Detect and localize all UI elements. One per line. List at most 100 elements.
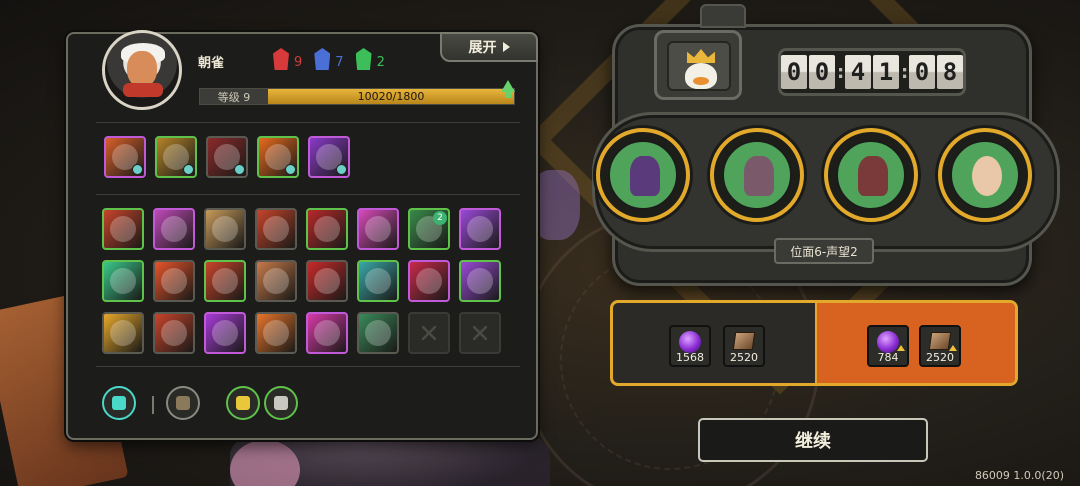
red-mask-icon — [273, 48, 289, 70]
empty-slot-icon — [408, 312, 450, 354]
wind-icon[interactable] — [102, 260, 144, 302]
empty-slot-icon — [459, 312, 501, 354]
vine-icon[interactable] — [357, 312, 399, 354]
separator — [152, 396, 154, 414]
player-name: 朝雀 — [198, 56, 225, 71]
avatar-scarf — [123, 83, 163, 97]
ghost-icon[interactable] — [459, 208, 501, 250]
feather-icon-glyph — [176, 396, 190, 410]
timer-colon: : — [901, 61, 909, 83]
token-counter: 7 — [314, 48, 344, 70]
soul-orb-icon: 1568 — [669, 325, 711, 367]
level-up-arrow-icon[interactable] — [501, 80, 515, 98]
sword-cross-icon[interactable] — [204, 260, 246, 302]
skull-icon[interactable] — [255, 260, 297, 302]
relic-badge-icon — [183, 164, 194, 175]
duck-bill — [693, 77, 709, 85]
feather-icon[interactable] — [166, 386, 200, 420]
skill-level-badge: 2 — [433, 211, 447, 225]
divider — [96, 122, 520, 123]
portrait-background — [836, 140, 906, 210]
version-text: 86009 1.0.0(20) — [974, 469, 1064, 482]
green-mask-icon — [355, 48, 372, 70]
timer-seconds-ones: 8 — [937, 55, 963, 89]
token-counter: 9 — [273, 48, 302, 70]
level-label: 等级 9 — [200, 89, 268, 104]
party-slot-2[interactable] — [710, 128, 804, 222]
king-duck-emblem[interactable] — [654, 30, 742, 100]
spores-icon[interactable] — [226, 386, 260, 420]
upgrade-chevron-icon — [897, 343, 905, 351]
fox-icon[interactable] — [153, 312, 195, 354]
soul-orb-icon-glyph — [679, 331, 701, 353]
play-arrow-icon — [502, 42, 510, 52]
soul-orb-icon-glyph — [877, 331, 899, 353]
timer-hours-ones: 0 — [809, 55, 835, 89]
relic-badge-icon — [285, 164, 296, 175]
crown-icon — [687, 49, 715, 63]
red-lines-icon[interactable] — [408, 260, 450, 302]
machine-antenna — [700, 4, 746, 28]
avatar-face — [127, 51, 157, 87]
gold-slash-icon[interactable] — [102, 312, 144, 354]
reward-value: 784 — [877, 351, 899, 364]
pink-burst-icon[interactable] — [357, 208, 399, 250]
purple-orb-icon[interactable] — [308, 136, 350, 178]
reward-bonus-panel[interactable] — [815, 303, 1015, 383]
beast-icon[interactable] — [306, 260, 348, 302]
party-slot-3[interactable] — [824, 128, 918, 222]
fire-pillar-icon[interactable] — [153, 260, 195, 302]
card-icon: 2520 — [919, 325, 961, 367]
token-value: 7 — [335, 55, 344, 70]
relic-badge-icon — [234, 164, 245, 175]
fire-hands-icon[interactable] — [255, 208, 297, 250]
level-bar: 等级 9 10020/1800 — [199, 88, 515, 105]
card-icon-glyph — [928, 332, 952, 350]
pawn-icon[interactable] — [264, 386, 298, 420]
relic-badge-icon — [336, 164, 347, 175]
red-slash-icon[interactable] — [306, 208, 348, 250]
hooded-figure-icon[interactable]: 2 — [408, 208, 450, 250]
background-plush-illustration — [230, 440, 300, 486]
party-slot-1[interactable] — [596, 128, 690, 222]
purple-spirit-icon[interactable] — [204, 312, 246, 354]
exp-text: 10020/1800 — [357, 90, 425, 103]
teal-rune-icon[interactable] — [357, 260, 399, 302]
portrait-background — [950, 140, 1020, 210]
scroll-icon-glyph — [112, 396, 126, 410]
expand-button[interactable]: 展开 — [440, 32, 538, 62]
glasses-boy-icon — [972, 156, 1002, 196]
token-value: 9 — [294, 55, 303, 70]
explosion-icon[interactable] — [306, 312, 348, 354]
timer-minutes-ones: 1 — [873, 55, 899, 89]
fire-claw-icon[interactable] — [104, 136, 146, 178]
player-avatar[interactable] — [102, 30, 182, 110]
boot-icon[interactable] — [155, 136, 197, 178]
spellbook-icon[interactable] — [153, 208, 195, 250]
exp-track: 10020/1800 — [268, 89, 514, 104]
position-label: 位面6-声望2 — [774, 238, 874, 264]
dash-icon[interactable] — [204, 208, 246, 250]
helmet-icon — [744, 156, 774, 196]
hand-fire-icon[interactable] — [255, 312, 297, 354]
expand-label: 展开 — [468, 40, 497, 56]
claw-slash-icon[interactable] — [102, 208, 144, 250]
scroll-icon[interactable] — [102, 386, 136, 420]
beast-claw-icon[interactable] — [206, 136, 248, 178]
duck-icon — [685, 63, 717, 89]
continue-button[interactable]: 继续 — [698, 418, 928, 462]
mask-icon[interactable] — [459, 260, 501, 302]
reward-value: 1568 — [676, 351, 704, 364]
continue-label: 继续 — [795, 431, 831, 452]
timer-hours-tens: 0 — [781, 55, 807, 89]
portrait-background — [722, 140, 792, 210]
token-counters: 9 7 2 — [273, 48, 385, 70]
timer-colon: : — [837, 61, 845, 83]
reward-value: 2520 — [926, 351, 954, 364]
flame-burst-icon[interactable] — [257, 136, 299, 178]
character-panel: 朝雀 9 7 2 展开 等级 9 10020/1800 2 — [66, 30, 538, 440]
timer-minutes-tens: 4 — [845, 55, 871, 89]
party-slot-4[interactable] — [938, 128, 1032, 222]
soul-orb-icon: 784 — [867, 325, 909, 367]
portrait-background — [608, 140, 678, 210]
